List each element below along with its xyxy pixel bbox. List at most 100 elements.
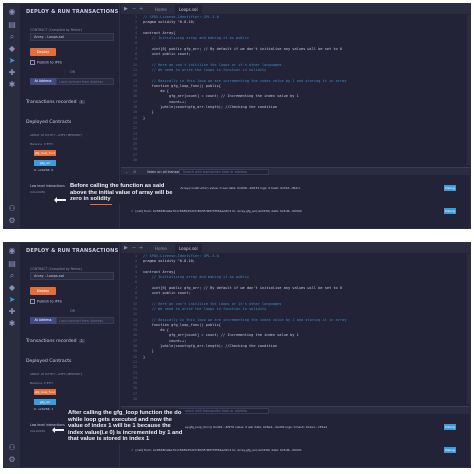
tab-home[interactable]: Home [151, 5, 171, 14]
plugin-icon[interactable]: ✚ [7, 307, 17, 317]
deployed-contracts-label: Deployed Contracts [26, 120, 72, 125]
contract-label: CONTRACT (Compiled by Remix) [30, 28, 82, 32]
file-explorer-icon[interactable]: ▤ [7, 20, 17, 30]
contract-select[interactable]: Array - Loops.sol [30, 33, 114, 41]
editor-scrollbar[interactable] [467, 15, 470, 165]
contract-label: CONTRACT (Compiled by Remix) [30, 267, 82, 271]
gfg-arr-output: 0: uint256: 0 [34, 168, 54, 172]
annotation-text: After calling the gfg_loop function the … [67, 409, 185, 444]
plugin-manager-icon[interactable]: ⚇ [7, 204, 17, 214]
annotation-text: Before calling the function as said abov… [69, 182, 179, 204]
contract-instance[interactable]: ARRAY AT 0X7E7...A3F5 (MEMORY) [30, 132, 114, 138]
editor-scrollbar[interactable] [467, 254, 470, 404]
debug-button[interactable]: Debug [444, 447, 456, 453]
zoom-in-icon[interactable]: + [139, 5, 143, 13]
collapse-terminal-icon[interactable]: ⌄ [125, 168, 128, 176]
terminal-search-input[interactable]: Search with transaction hash or address [179, 408, 269, 414]
gfg-arr-button[interactable]: gfg_arr [34, 160, 56, 166]
run-script-icon[interactable]: ▶ [124, 5, 128, 13]
success-check-icon: ✔ [131, 448, 134, 452]
transactions-count-badge: 1 [78, 100, 85, 104]
terminal-toolbar: ⌄ ⊘ listen on all transactions Search wi… [121, 167, 470, 175]
panel-title: DEPLOY & RUN TRANSACTIONS [26, 248, 119, 254]
compiler-icon[interactable]: ◆ [7, 44, 17, 54]
debug-button[interactable]: Debug [444, 185, 456, 191]
publish-ipfs-checkbox[interactable]: Publish to IPFS [30, 299, 62, 304]
transactions-count-badge: 2 [78, 339, 85, 343]
publish-ipfs-checkbox[interactable]: Publish to IPFS [30, 60, 62, 65]
search-icon[interactable]: ⌕ [7, 271, 17, 281]
line-number-gutter: 1 2 3 4 5 6 7 8 9 10 11 12 13 14 15 16 17 18 19 20 21 22 23 24 2… [121, 254, 139, 404]
at-address-button[interactable]: At Address [30, 317, 56, 324]
icon-bar: ◉ ▤ ⌕ ◆ ➤ ✚ ✱ ⚇ ⚙ [4, 243, 20, 467]
or-divider: OR [70, 309, 76, 313]
tab-home[interactable]: Home [151, 244, 171, 253]
deploy-button[interactable]: Deploy [30, 287, 56, 295]
debugger-icon[interactable]: ✱ [7, 319, 17, 329]
deploy-run-icon[interactable]: ➤ [7, 56, 17, 66]
transactions-label: Transactions recorded [26, 339, 77, 344]
low-level-interactions-label: Low level interactions [30, 423, 65, 427]
icon-bar: ◉ ▤ ⌕ ◆ ➤ ✚ ✱ ⚇ ⚙ [4, 4, 20, 228]
deploy-run-icon[interactable]: ➤ [7, 295, 17, 305]
deploy-button[interactable]: Deploy [30, 48, 56, 56]
remix-screenshot-before: ◉ ▤ ⌕ ◆ ➤ ✚ ✱ ⚇ ⚙ DEPLOY & RUN TRANSACTI… [3, 3, 471, 229]
compiler-icon[interactable]: ◆ [7, 283, 17, 293]
settings-gear-icon[interactable]: ⚙ [7, 455, 17, 465]
remix-logo-icon[interactable]: ◉ [7, 7, 17, 17]
success-check-icon: ✔ [131, 209, 134, 213]
line-number: 28 [132, 397, 137, 402]
run-script-icon[interactable]: ▶ [124, 244, 128, 252]
terminal-log-entry[interactable]: ✔ [call] from: 0x5B38Da6a701c568545dCfcB0… [131, 207, 466, 215]
gfg-loop-func-button[interactable]: gfg_loop_func [34, 150, 56, 156]
annotation-arrow [54, 197, 66, 203]
balance-label: Balance: 0 ETH [30, 381, 53, 385]
editor-tabs: ▶ − + Home Loops.sol [121, 243, 470, 253]
debug-button[interactable]: Debug [444, 208, 456, 214]
clear-terminal-icon[interactable]: ⊘ [133, 168, 136, 176]
balance-label: Balance: 0 ETH [30, 142, 53, 146]
transactions-recorded[interactable]: Transactions recorded 1 [26, 100, 85, 105]
line-number: 28 [132, 158, 137, 163]
annotation-arrow [52, 427, 64, 433]
tab-loops-sol[interactable]: Loops.sol [175, 5, 202, 14]
deployed-contracts-label: Deployed Contracts [26, 359, 72, 364]
terminal-log-entry[interactable]: ✔ [call] from: 0x5B38Da6a701c568545dCfcB0… [131, 446, 466, 454]
transactions-label: Transactions recorded [26, 100, 77, 105]
terminal-call-header: call to Array.gfg_arr [131, 198, 466, 206]
zoom-in-icon[interactable]: + [139, 244, 143, 252]
code-editor[interactable]: // SPDX-License-Identifier: GPL-3.0 pragm… [143, 254, 468, 404]
calldata-label: CALLDATA [30, 190, 46, 194]
remix-logo-icon[interactable]: ◉ [7, 246, 17, 256]
contract-instance[interactable]: ARRAY AT 0X7E7...A3F5 (MEMORY) [30, 371, 114, 377]
file-explorer-icon[interactable]: ▤ [7, 259, 17, 269]
plugin-icon[interactable]: ✚ [7, 68, 17, 78]
debugger-icon[interactable]: ✱ [7, 80, 17, 90]
calldata-label: CALLDATA [30, 429, 46, 433]
plugin-manager-icon[interactable]: ⚇ [7, 443, 17, 453]
panel-title: DEPLOY & RUN TRANSACTIONS [26, 9, 119, 15]
search-icon[interactable]: ⌕ [7, 32, 17, 42]
zoom-out-icon[interactable]: − [132, 244, 136, 252]
at-address-input[interactable]: Load contract from Address [56, 78, 114, 85]
settings-gear-icon[interactable]: ⚙ [7, 216, 17, 226]
terminal-log-entry[interactable]: ✔[vm] from: 0x5B3...eddC4 to: Array.(con… [131, 184, 466, 192]
remix-screenshot-after: ◉ ▤ ⌕ ◆ ➤ ✚ ✱ ⚇ ⚙ DEPLOY & RUN TRANSACTI… [3, 242, 471, 468]
gfg-arr-button[interactable]: gfg_arr [34, 399, 56, 405]
at-address-button[interactable]: At Address [30, 78, 56, 85]
code-editor[interactable]: // SPDX-License-Identifier: GPL-3.0 pragm… [143, 15, 468, 165]
gfg-arr-output: 0: uint256: 1 [34, 407, 54, 411]
editor-tabs: ▶ − + Home Loops.sol [121, 4, 470, 14]
low-level-interactions-label: Low level interactions [30, 184, 65, 188]
zoom-out-icon[interactable]: − [132, 5, 136, 13]
at-address-input[interactable]: Load contract from Address [56, 317, 114, 324]
transactions-recorded[interactable]: Transactions recorded 2 [26, 339, 85, 344]
tab-loops-sol[interactable]: Loops.sol [175, 244, 202, 253]
terminal-search-input[interactable]: Search with transaction hash or address [179, 169, 269, 175]
gfg-loop-func-button[interactable]: gfg_loop_func [34, 389, 56, 395]
debug-button[interactable]: Debug [444, 424, 456, 430]
contract-select[interactable]: Array - Loops.sol [30, 272, 114, 280]
or-divider: OR [70, 70, 76, 74]
